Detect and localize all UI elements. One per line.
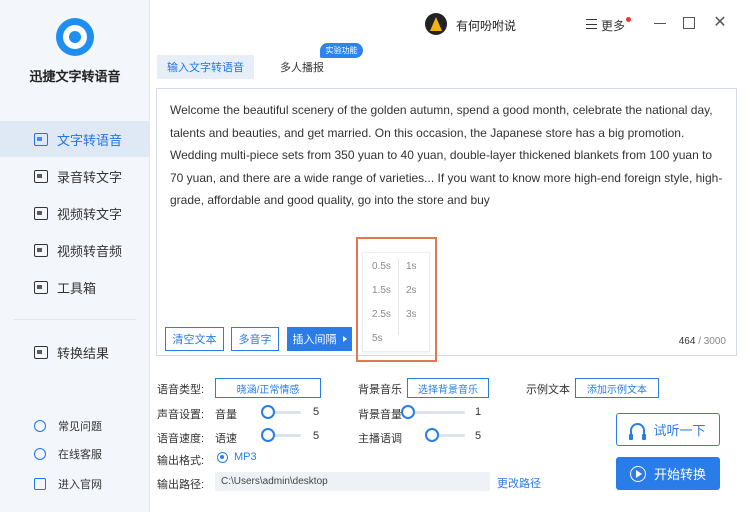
sidebar-item-label: 转换结果	[57, 345, 110, 361]
headset-icon	[34, 448, 46, 460]
clear-text-button[interactable]: 清空文本	[165, 327, 224, 351]
caret-right-icon	[342, 336, 347, 342]
username[interactable]: 有何吩咐说	[456, 17, 516, 34]
support-label: 在线客服	[58, 449, 102, 461]
text-speech-icon	[34, 132, 48, 146]
volume-slider[interactable]	[261, 405, 301, 419]
pause-option[interactable]: 2.5s	[372, 309, 391, 320]
pause-option[interactable]: 0.5s	[372, 261, 391, 272]
char-count-sep: /	[698, 336, 701, 347]
video-audio-icon	[34, 243, 48, 257]
bg-volume-label: 背景音量	[358, 409, 402, 421]
sample-text-label: 示例文本	[526, 384, 570, 396]
add-sample-button[interactable]: 添加示例文本	[575, 378, 659, 398]
monitor-icon	[34, 478, 46, 490]
bg-volume-value: 1	[475, 406, 482, 418]
video-text-icon	[34, 206, 48, 220]
notification-dot	[626, 17, 631, 22]
pause-options-popup: 0.5s 1s 1.5s 2s 2.5s 3s 5s	[362, 252, 430, 352]
pause-option[interactable]: 1.5s	[372, 285, 391, 296]
pitch-label: 主播语调	[358, 433, 402, 445]
speed-sub-label: 语速	[215, 433, 237, 445]
output-path-field[interactable]: C:\Users\admin\desktop	[215, 472, 490, 491]
tab-multi-speaker[interactable]: 多人播报	[257, 55, 347, 79]
format-value[interactable]: MP3	[234, 451, 257, 463]
insert-pause-label: 插入间隔	[292, 334, 337, 346]
sidebar-item-video-to-text[interactable]: 视频转文字	[0, 195, 150, 231]
pause-option[interactable]: 1s	[406, 261, 417, 272]
listen-label: 试听一下	[653, 423, 706, 438]
pitch-slider[interactable]	[425, 428, 465, 442]
speed-label: 语音速度:	[157, 433, 205, 445]
app-name: 迅捷文字转语音	[29, 69, 121, 84]
sidebar-item-toolbox[interactable]: 工具箱	[0, 269, 150, 305]
close-button[interactable]: ✕	[713, 15, 727, 31]
format-label: 输出格式:	[157, 455, 205, 467]
sidebar-item-label: 视频转音频	[57, 243, 123, 259]
volume-label: 音量	[215, 409, 237, 421]
voice-type-label: 语音类型:	[157, 384, 205, 396]
help-icon	[34, 420, 46, 432]
more-menu[interactable]: 更多	[601, 17, 625, 34]
start-label: 开始转换	[653, 467, 706, 482]
change-path-link[interactable]: 更改路径	[497, 475, 541, 491]
speed-slider[interactable]	[261, 428, 301, 442]
pause-option[interactable]: 5s	[372, 333, 383, 344]
char-count-max: 3000	[703, 336, 726, 347]
sidebar-item-label: 工具箱	[57, 280, 97, 296]
faq-label: 常见问题	[58, 421, 102, 433]
path-label: 输出路径:	[157, 479, 205, 491]
polyphone-button[interactable]: 多音字	[231, 327, 279, 351]
avatar[interactable]	[425, 13, 447, 35]
recording-icon	[34, 169, 48, 183]
sidebar-item-label: 录音转文字	[57, 169, 123, 185]
experimental-badge: 实验功能	[320, 43, 363, 58]
sidebar-item-video-to-audio[interactable]: 视频转音频	[0, 232, 150, 268]
pause-option[interactable]: 2s	[406, 285, 417, 296]
volume-value: 5	[313, 406, 320, 418]
text-editor[interactable]: Welcome the beautiful scenery of the gol…	[156, 88, 737, 356]
editor-text[interactable]: Welcome the beautiful scenery of the gol…	[170, 99, 728, 212]
sidebar-item-label: 文字转语音	[57, 132, 123, 148]
listen-button[interactable]: 试听一下	[616, 413, 720, 446]
sidebar-item-text-to-speech[interactable]: 文字转语音	[0, 121, 150, 157]
tab-input-text[interactable]: 输入文字转语音	[157, 55, 254, 79]
website-label: 进入官网	[58, 479, 102, 491]
sidebar-faq[interactable]: 常见问题	[0, 418, 150, 434]
sidebar-item-label: 视频转文字	[57, 206, 123, 222]
insert-pause-button[interactable]: 插入间隔	[287, 327, 352, 351]
sidebar-website[interactable]: 进入官网	[0, 476, 150, 492]
toolbox-icon	[34, 280, 48, 294]
sidebar-divider	[14, 319, 136, 320]
results-icon	[34, 345, 48, 359]
speed-value: 5	[313, 430, 320, 442]
maximize-button[interactable]	[683, 17, 695, 29]
app-logo-icon	[56, 18, 94, 56]
bg-volume-slider[interactable]	[401, 405, 465, 419]
char-count-value: 464	[678, 336, 696, 347]
bgm-label: 背景音乐	[358, 384, 402, 396]
sound-settings-label: 声音设置:	[157, 409, 205, 421]
play-icon	[629, 465, 646, 482]
voice-type-select[interactable]: 晓涵/正常情感	[215, 378, 321, 398]
sidebar-support[interactable]: 在线客服	[0, 446, 150, 462]
pitch-value: 5	[475, 430, 482, 442]
minimize-button[interactable]	[653, 16, 667, 30]
choose-bgm-button[interactable]: 选择背景音乐	[407, 378, 489, 398]
char-count: 464 / 3000	[679, 336, 726, 347]
sidebar-item-results[interactable]: 转换结果	[0, 334, 150, 370]
title-bar: 有何吩咐说 更多 ✕	[150, 0, 750, 50]
sidebar: 迅捷文字转语音 文字转语音 录音转文字 视频转文字 视频转音频 工具箱 转换结果…	[0, 0, 150, 512]
headphones-icon	[629, 423, 647, 440]
mp3-radio[interactable]	[217, 452, 228, 463]
start-convert-button[interactable]: 开始转换	[616, 457, 720, 490]
sidebar-item-recording-to-text[interactable]: 录音转文字	[0, 158, 150, 194]
menu-icon[interactable]	[586, 19, 597, 29]
pause-option[interactable]: 3s	[406, 309, 417, 320]
